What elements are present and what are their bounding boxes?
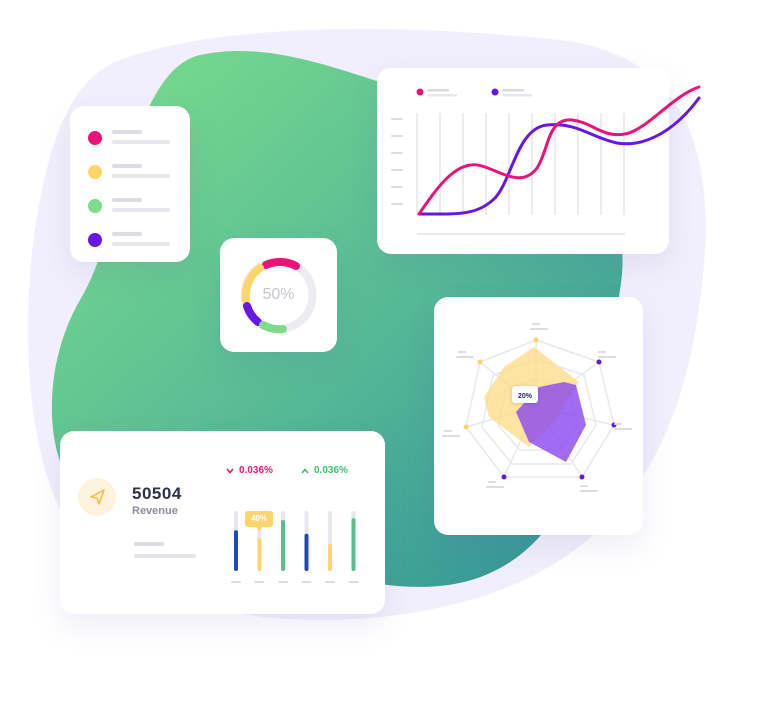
bar-label-placeholder — [325, 581, 335, 583]
radar-card: 20% — [434, 297, 643, 535]
legend-swatch — [88, 233, 102, 247]
send-icon-badge — [78, 478, 116, 516]
bar-5 — [325, 511, 335, 583]
legend-item — [88, 129, 178, 149]
legend-swatch — [88, 199, 102, 213]
donut-percent-label: 50% — [262, 286, 295, 303]
legend-card — [70, 106, 190, 262]
bar-label-placeholder — [301, 581, 312, 583]
legend-item — [88, 197, 178, 217]
placeholder-line — [112, 164, 142, 168]
bar-3 — [278, 511, 288, 583]
bar-label-placeholder — [278, 581, 288, 583]
change-up: 0.036% — [301, 465, 348, 476]
chevron-down-icon — [226, 467, 234, 474]
placeholder-line — [112, 140, 170, 144]
radar-chart: 20% — [442, 323, 632, 492]
revenue-value: 50504 — [132, 484, 182, 503]
placeholder-line — [112, 130, 142, 134]
donut-card: 50% — [220, 238, 337, 352]
legend-item — [88, 163, 178, 183]
change-up-value: 0.036% — [314, 465, 348, 476]
bar-label-placeholder — [254, 581, 265, 583]
placeholder-line — [112, 174, 170, 178]
bar-6 — [348, 511, 359, 583]
placeholder-line — [134, 554, 196, 558]
legend-swatch — [88, 165, 102, 179]
change-down: 0.036% — [226, 465, 273, 476]
donut-segment-pink — [262, 258, 300, 270]
change-down-value: 0.036% — [239, 465, 273, 476]
bar-fill — [351, 518, 356, 571]
bar-tooltip: 40% — [245, 511, 273, 531]
chevron-up-icon — [301, 467, 309, 474]
send-icon — [90, 489, 105, 505]
bar-label-placeholder — [231, 581, 241, 583]
revenue-label: Revenue — [132, 505, 178, 517]
donut-segment-green — [259, 321, 287, 334]
bar-1 — [231, 511, 241, 583]
line-chart-card — [377, 68, 701, 254]
placeholder-line — [112, 242, 170, 246]
placeholder-line — [134, 542, 164, 546]
bar-tooltip-text: 40% — [250, 514, 267, 523]
donut-segment-purple — [243, 302, 262, 326]
bar-fill — [257, 538, 262, 571]
placeholder-line — [112, 198, 142, 202]
legend-swatch — [88, 131, 102, 145]
bar-4 — [301, 511, 312, 583]
bar-fill — [304, 533, 309, 571]
series-line-pink — [417, 85, 701, 216]
legend-dot-pink — [416, 88, 424, 96]
bar-label-placeholder — [348, 581, 359, 583]
legend-item — [88, 231, 178, 251]
bar-fill — [328, 544, 332, 571]
revenue-card: 50504 Revenue 0.036% 0.036% 40% — [60, 431, 385, 614]
line-chart — [391, 85, 701, 235]
placeholder-line — [112, 232, 142, 236]
radar-tooltip-text: 20% — [518, 393, 533, 400]
legend-dot-purple — [491, 88, 499, 96]
bar-fill — [281, 520, 285, 571]
bar-fill — [234, 530, 238, 571]
placeholder-line — [112, 208, 170, 212]
